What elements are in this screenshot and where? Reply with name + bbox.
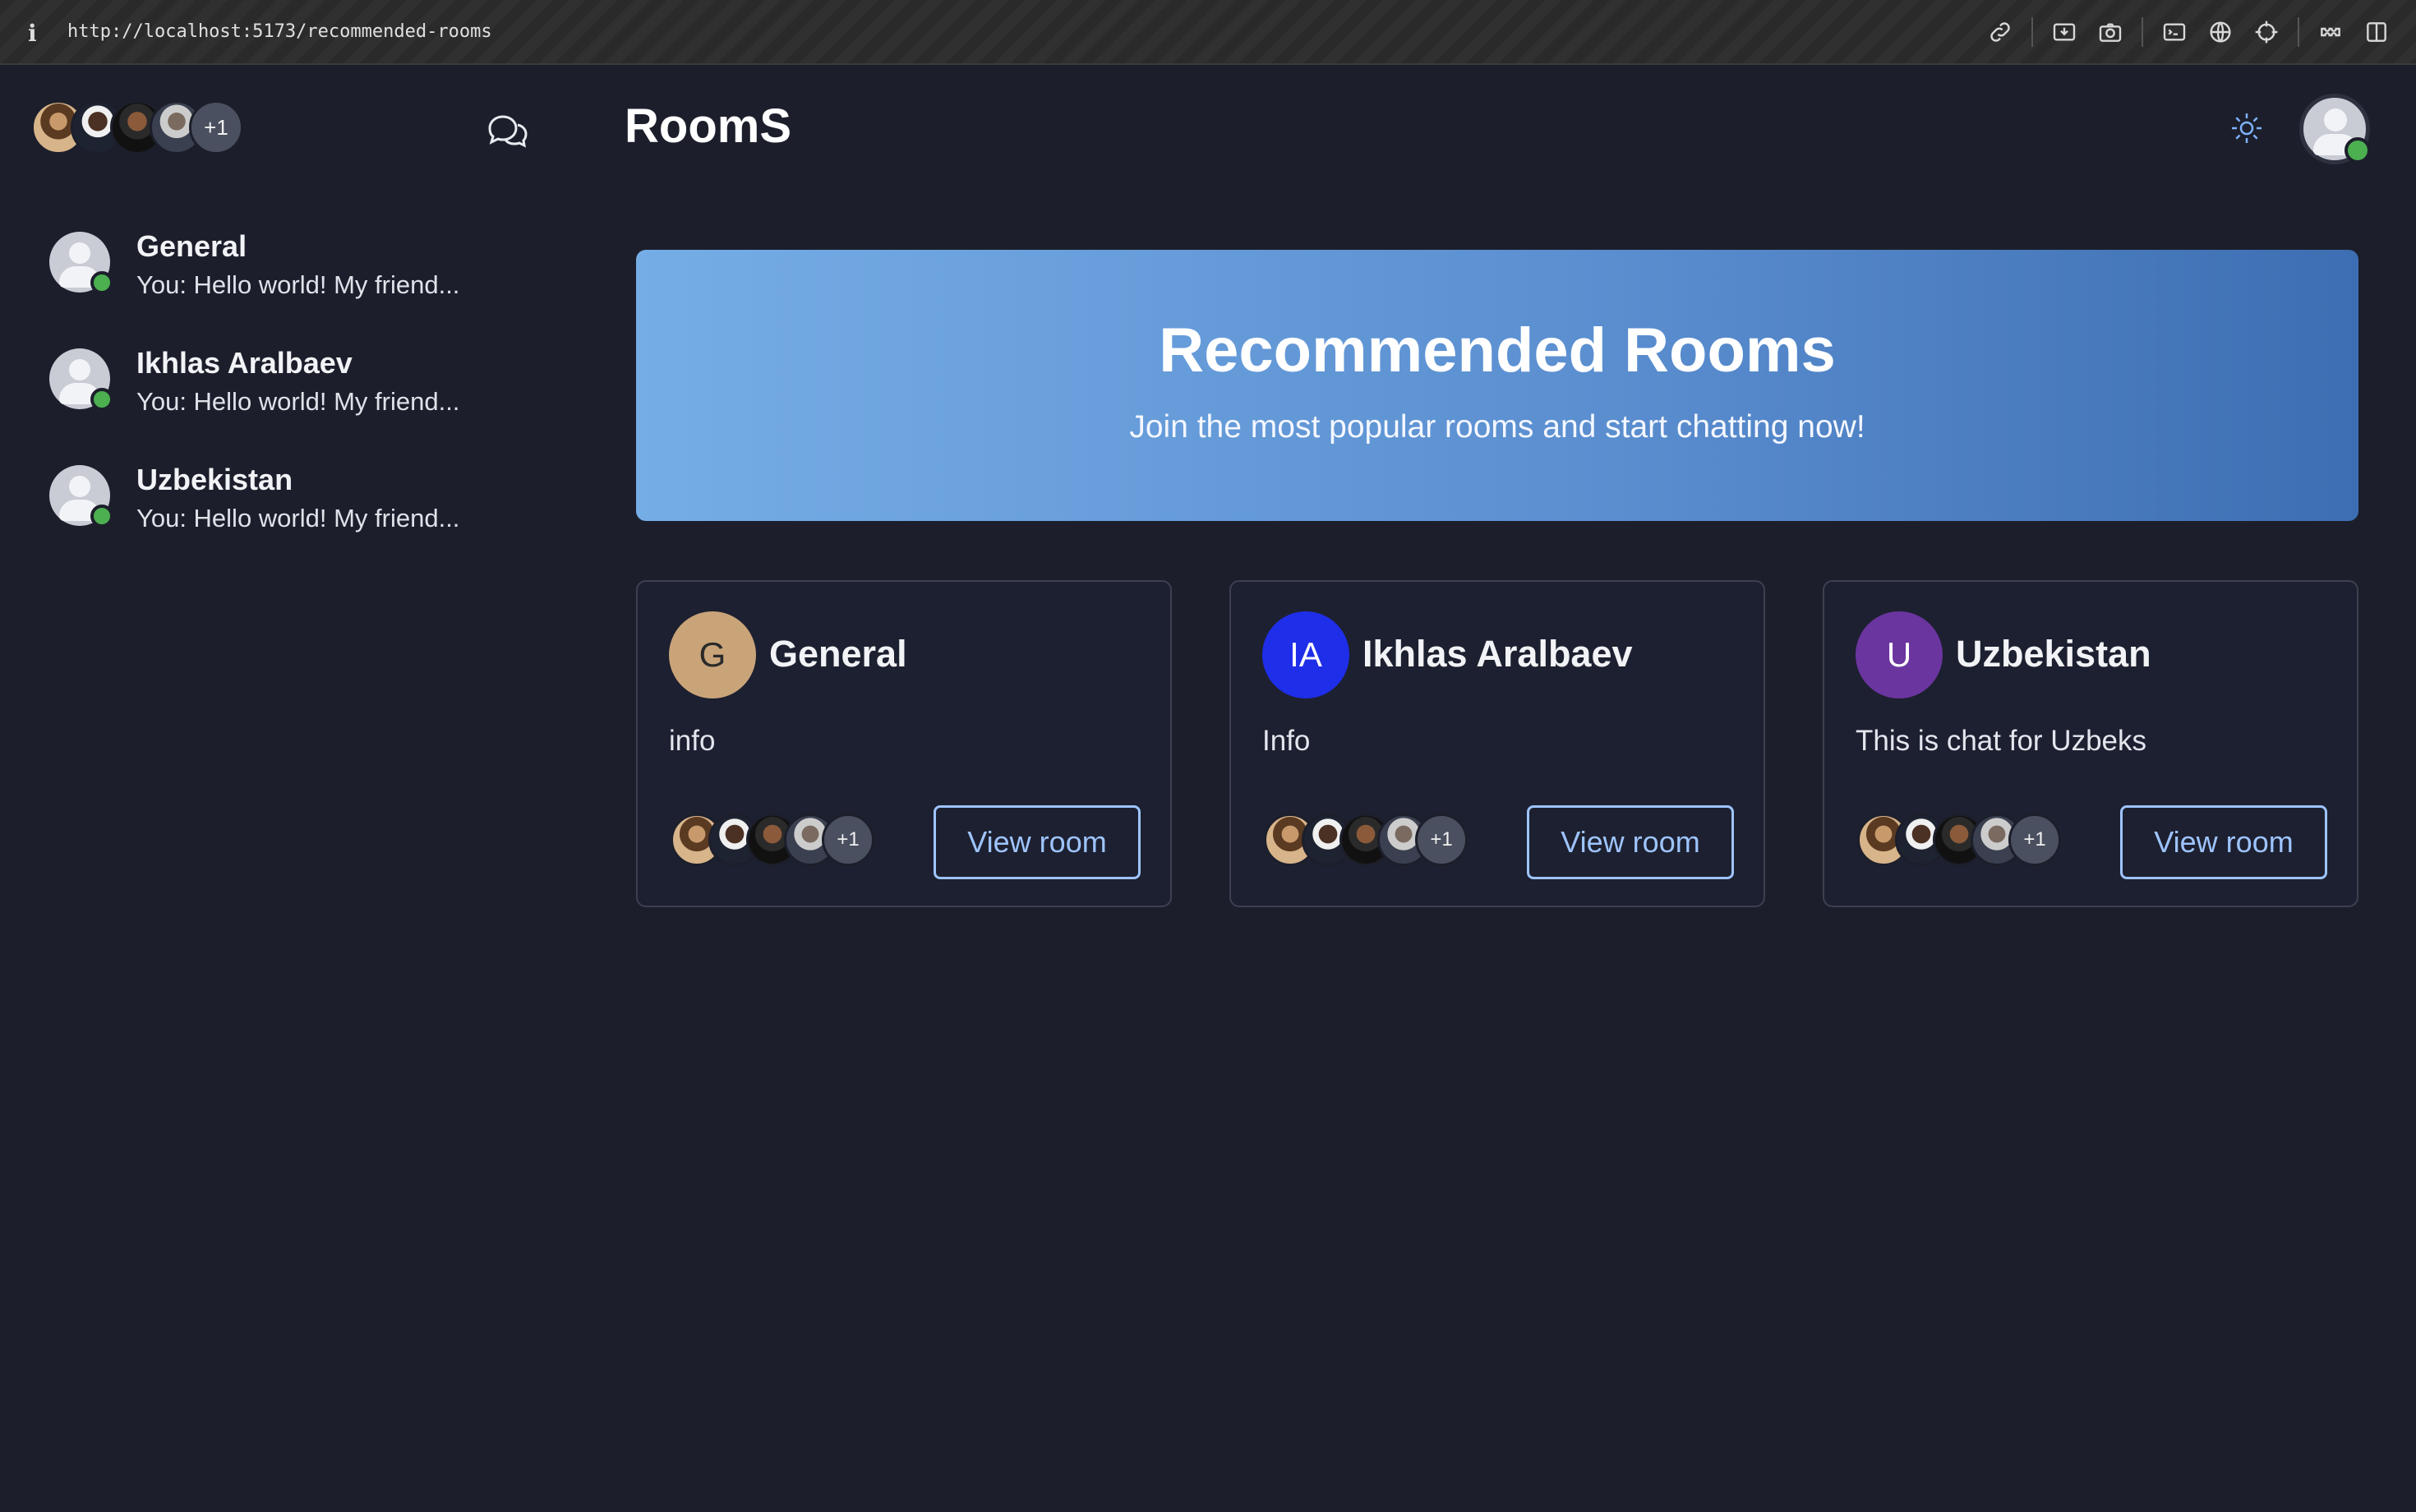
room-card-title: General bbox=[769, 633, 907, 675]
info-icon[interactable]: i bbox=[28, 20, 37, 47]
room-card-general: G General info +1 View room bbox=[636, 580, 1172, 907]
user-placeholder-icon bbox=[69, 359, 90, 380]
camera-icon[interactable] bbox=[2087, 15, 2133, 49]
room-initials-avatar: G bbox=[669, 611, 756, 698]
avatar bbox=[49, 348, 113, 411]
banner-title: Recommended Rooms bbox=[1159, 316, 1836, 385]
room-last-message: You: Hello world! My friend... bbox=[136, 387, 460, 416]
room-list-item-ikhlas-aralbaev[interactable]: Ikhlas Aralbaev You: Hello world! My fri… bbox=[0, 345, 592, 462]
chat-bubbles-icon[interactable] bbox=[485, 110, 531, 150]
user-placeholder-icon bbox=[69, 242, 90, 264]
view-room-button[interactable]: View room bbox=[2120, 805, 2327, 879]
room-last-message: You: Hello world! My friend... bbox=[136, 504, 460, 532]
room-card-description: This is chat for Uzbeks bbox=[1856, 725, 2146, 757]
room-last-message: You: Hello world! My friend... bbox=[136, 270, 460, 299]
toolbar-divider bbox=[2298, 17, 2299, 47]
avatar bbox=[49, 232, 113, 294]
online-status-dot bbox=[90, 388, 113, 411]
online-status-dot bbox=[90, 271, 113, 294]
more-members-count: +1 bbox=[1415, 814, 1468, 866]
extension-icon[interactable] bbox=[2308, 15, 2354, 49]
recommended-banner: Recommended Rooms Join the most popular … bbox=[636, 250, 2358, 521]
sidebar-icon[interactable] bbox=[2354, 15, 2400, 49]
room-card-uzbekistan: U Uzbekistan This is chat for Uzbeks +1 … bbox=[1823, 580, 2358, 907]
room-list-item-uzbekistan[interactable]: Uzbekistan You: Hello world! My friend..… bbox=[0, 462, 592, 579]
address-bar[interactable]: http://localhost:5173/recommended-rooms bbox=[67, 21, 492, 42]
room-list-item-general[interactable]: General You: Hello world! My friend... bbox=[0, 228, 592, 345]
room-card-title: Ikhlas Aralbaev bbox=[1362, 633, 1633, 675]
globe-icon[interactable] bbox=[2197, 15, 2243, 49]
room-initials-avatar: IA bbox=[1262, 611, 1349, 698]
terminal-icon[interactable] bbox=[2151, 15, 2197, 49]
room-initials-avatar: U bbox=[1856, 611, 1943, 698]
online-status-dot bbox=[90, 505, 113, 528]
online-users-avatars[interactable]: +1 bbox=[31, 100, 243, 158]
profile-avatar[interactable] bbox=[2299, 94, 2371, 164]
download-icon[interactable] bbox=[2041, 15, 2087, 49]
room-name: Ikhlas Aralbaev bbox=[136, 346, 353, 380]
link-icon[interactable] bbox=[1977, 15, 2023, 49]
room-list: General You: Hello world! My friend... I… bbox=[0, 228, 592, 579]
room-card-description: info bbox=[669, 725, 716, 757]
banner-subtitle: Join the most popular rooms and start ch… bbox=[1129, 409, 1865, 445]
crosshair-icon[interactable] bbox=[2243, 15, 2289, 49]
view-room-button[interactable]: View room bbox=[934, 805, 1141, 879]
browser-actions bbox=[1977, 15, 2400, 49]
member-avatars: +1 bbox=[1857, 814, 2061, 869]
room-card-title: Uzbekistan bbox=[1956, 633, 2151, 675]
toolbar-divider bbox=[2142, 17, 2143, 47]
room-cards: G General info +1 View room IA Ikhlas Ar… bbox=[636, 580, 2358, 907]
view-room-button[interactable]: View room bbox=[1527, 805, 1734, 879]
avatar bbox=[49, 465, 113, 528]
page-title: RoomS bbox=[625, 99, 791, 153]
browser-toolbar: i http://localhost:5173/recommended-room… bbox=[0, 0, 2416, 65]
member-avatars: +1 bbox=[671, 814, 874, 869]
room-card-ikhlas-aralbaev: IA Ikhlas Aralbaev Info +1 View room bbox=[1229, 580, 1765, 907]
room-name: Uzbekistan bbox=[136, 463, 293, 496]
sidebar: +1 General You: Hello world! My friend..… bbox=[0, 66, 592, 1512]
sun-icon[interactable] bbox=[2229, 110, 2265, 146]
user-placeholder-icon bbox=[2324, 108, 2347, 131]
room-name: General bbox=[136, 229, 247, 263]
room-card-description: Info bbox=[1262, 725, 1311, 757]
more-users-count: +1 bbox=[189, 100, 243, 154]
user-placeholder-icon bbox=[69, 476, 90, 497]
toolbar-divider bbox=[2031, 17, 2033, 47]
more-members-count: +1 bbox=[2008, 814, 2061, 866]
member-avatars: +1 bbox=[1264, 814, 1468, 869]
online-status-dot bbox=[2345, 137, 2371, 164]
more-members-count: +1 bbox=[822, 814, 874, 866]
